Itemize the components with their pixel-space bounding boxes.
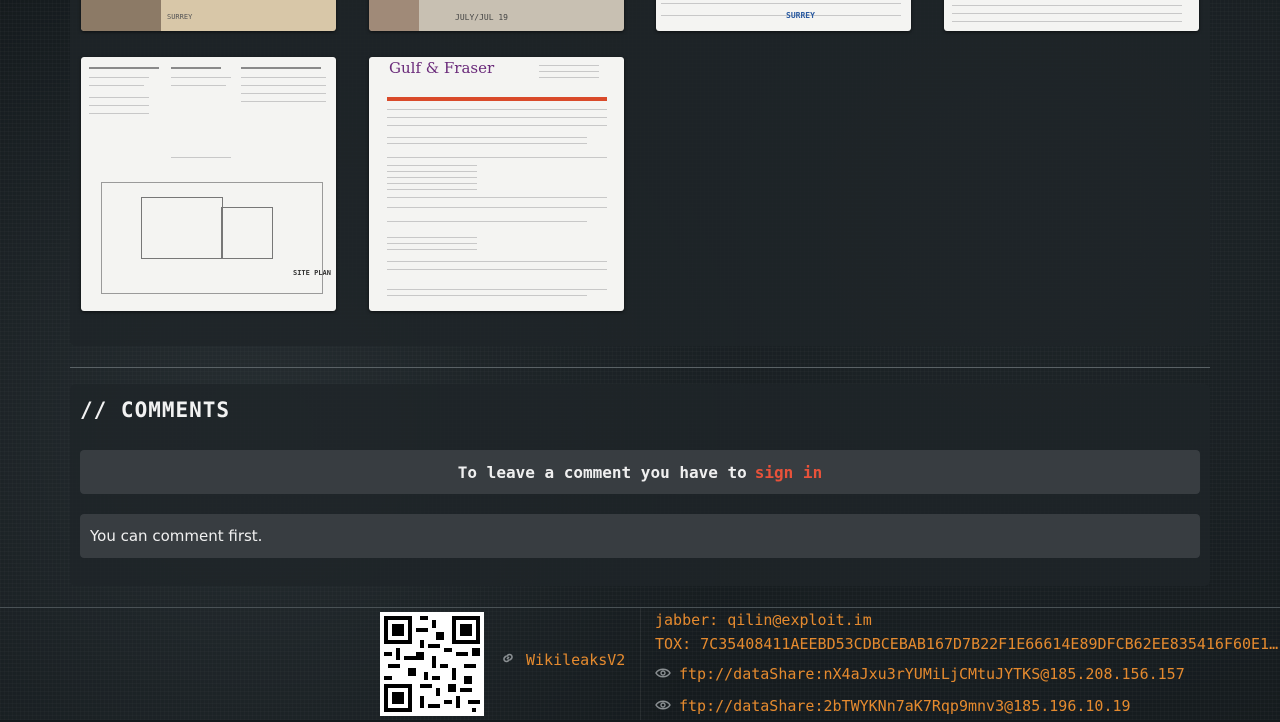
thumbnail-caption: SITE PLAN (293, 269, 331, 277)
thumbnail-caption: Gulf & Fraser (389, 59, 495, 77)
thumbnail-bank-statement[interactable]: Gulf & Fraser (369, 57, 624, 311)
ftp-link[interactable]: ftp://dataShare:nX4aJxu3rYUMiLjCMtuJYTKS… (679, 665, 1185, 683)
wikileaks-link[interactable]: WikileaksV2 (500, 650, 625, 670)
ftp-link[interactable]: ftp://dataShare:2bTWYKNn7aK7Rqp9mnv3@185… (679, 697, 1131, 715)
eye-icon (655, 697, 671, 715)
wikileaks-label: WikileaksV2 (526, 651, 626, 669)
sign-in-link[interactable]: sign in (755, 463, 822, 482)
tox-contact[interactable]: TOX: 7C35408411AEEBD53CDBCEBAB167D7B22F1… (655, 634, 1280, 658)
thumbnail-site-plan[interactable]: SITE PLAN (81, 57, 336, 311)
thumbnail-site-plan-header[interactable]: SURREY (656, 0, 911, 31)
thumbnail-caption: SURREY (786, 11, 815, 20)
section-divider (70, 367, 1210, 368)
ftp-link-row[interactable]: ftp://dataShare:nX4aJxu3rYUMiLjCMtuJYTKS… (655, 658, 1280, 690)
link-icon (500, 650, 516, 670)
photo-icon (369, 0, 419, 31)
footer-separator (640, 608, 641, 720)
empty-comments-message: You can comment first. (80, 514, 1200, 558)
thumbnail-id-card-1[interactable]: SURREY (81, 0, 336, 31)
eye-icon (655, 665, 671, 683)
thumbnail-caption: JULY/JUL 19 (455, 13, 508, 22)
contact-list: jabber: qilin@exploit.im TOX: 7C35408411… (655, 610, 1280, 722)
thumbnail-id-card-2[interactable]: JULY/JUL 19 (369, 0, 624, 31)
jabber-contact[interactable]: jabber: qilin@exploit.im (655, 610, 1280, 634)
thumbnail-spreadsheet[interactable] (944, 0, 1199, 31)
thumbnail-caption: SURREY (167, 13, 193, 21)
qr-code (380, 612, 484, 716)
photo-icon (81, 0, 161, 31)
ftp-link-row[interactable]: ftp://dataShare:2bTWYKNn7aK7Rqp9mnv3@185… (655, 690, 1280, 722)
signin-prompt: To leave a comment you have to sign in (80, 450, 1200, 494)
signin-prompt-text: To leave a comment you have to (457, 462, 747, 482)
comments-title: // COMMENTS (80, 398, 231, 422)
